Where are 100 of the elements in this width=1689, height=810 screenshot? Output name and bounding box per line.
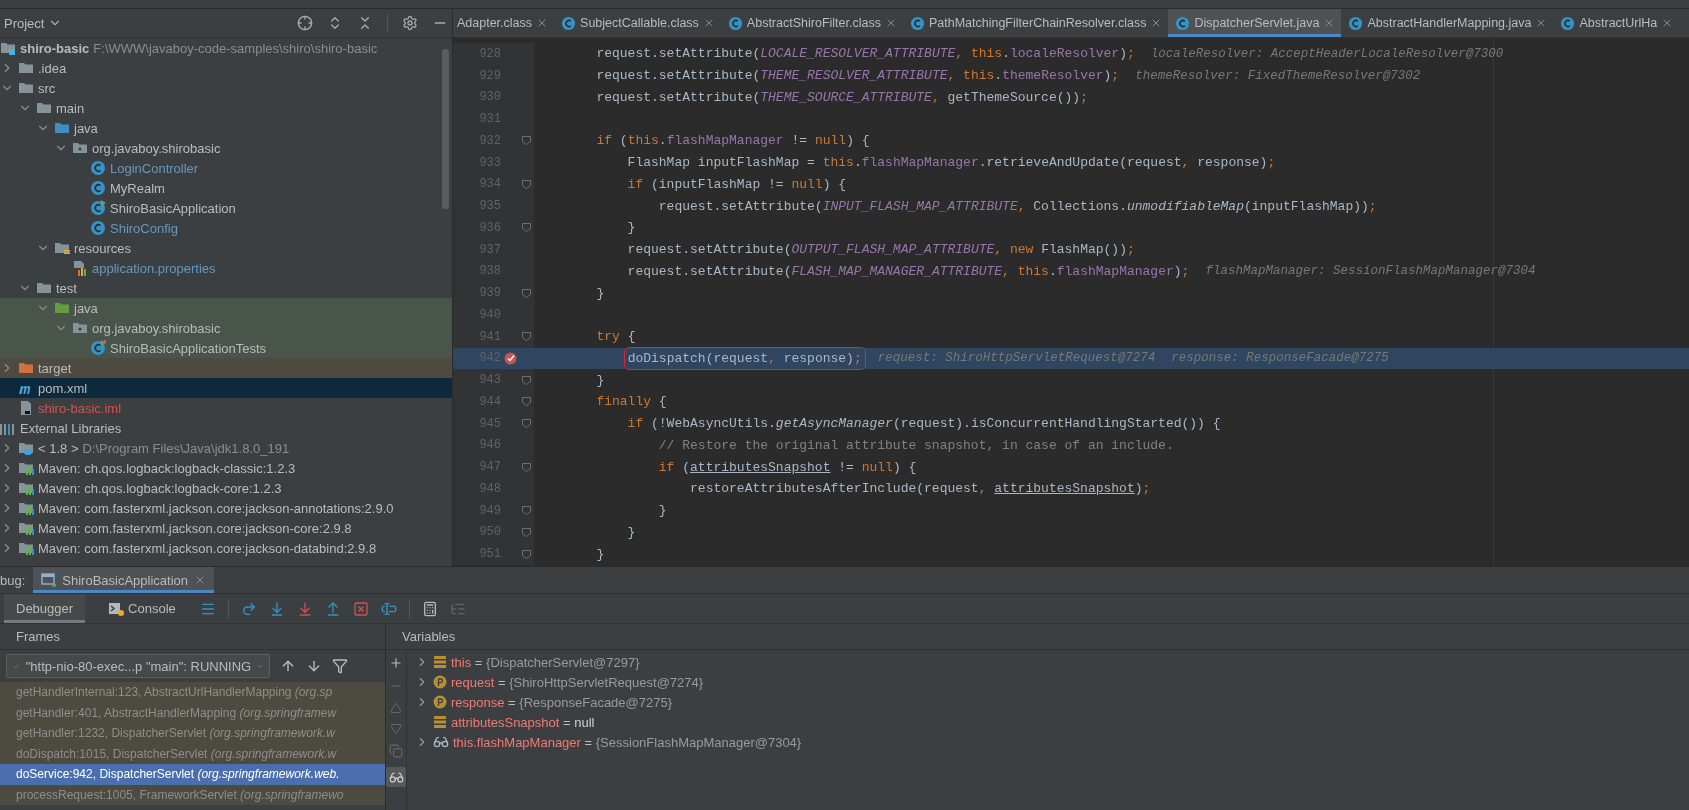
tree-item-label[interactable]: pom.xml [38,380,88,396]
editor-tab[interactable]: DispatcherServlet.java [1168,9,1342,37]
variable-entry[interactable]: this.flashMapManager = {SessionFlashMapManager@7304} [453,734,802,750]
folder-icon [18,60,34,76]
down-triangle-icon[interactable] [390,723,402,735]
inline-value-hint: flashMapManager: SessionFlashMapManager@7304 [1205,264,1536,279]
jdk-icon [18,440,34,456]
editor-tab[interactable]: PathMatchingFilterChainResolver.class [902,9,1169,37]
code-line: } [626,524,636,540]
tree-item-label[interactable]: test [56,280,77,296]
class-icon [561,15,577,31]
fold-marker-icon[interactable] [521,179,531,189]
tree-item-label[interactable]: main [56,100,85,116]
locate-icon[interactable] [297,15,313,31]
variable-entry[interactable]: response = {ResponseFacade@7275} [451,694,673,710]
class-icon [90,200,106,216]
application-icon [41,573,57,587]
tree-item-label[interactable]: target [38,360,72,376]
properties-file-icon [72,260,88,276]
editor-tab[interactable]: AbstractUrlHa [1553,9,1680,37]
class-icon [90,160,106,176]
code-line: request.setAttribute(INPUT_FLASH_MAP_ATTRIBUTE, Collections.unmodifiableMap(inputFlashMap)); [657,198,1377,214]
evaluate-icon[interactable] [421,600,438,617]
tree-item-label[interactable]: shiro-basic [20,40,90,56]
fold-marker-icon[interactable] [521,136,531,146]
editor-tab[interactable]: AbstractShiroFilter.class [720,9,903,37]
tree-item-label[interactable]: ShiroConfig [110,220,178,236]
code-line: if (attributesSnapshot != null) { [657,459,917,475]
fold-marker-icon[interactable] [521,506,531,516]
tree-item-label[interactable]: Maven: com.fasterxml.jackson.core:jackson-annotations:2.9.0 [38,500,394,516]
thread-dropdown[interactable]: "http-nio-80-exec...p "main": RUNNING [6,654,270,678]
variable-entry[interactable]: attributesSnapshot = null [451,714,595,730]
add-icon[interactable] [389,656,403,670]
tree-item-label[interactable]: LoginController [110,160,199,176]
tree-item-label[interactable]: Maven: ch.qos.logback:logback-core:1.2.3 [38,480,282,496]
editor-tab[interactable]: AbstractHandlerMapping.java [1341,9,1554,37]
fold-marker-icon[interactable] [521,332,531,342]
variable-entry[interactable]: this = {DispatcherServlet@7297} [451,654,640,670]
editor-tab[interactable]: Adapter.class [453,9,555,37]
tree-item-label[interactable]: External Libraries [20,420,122,436]
tree-item-label[interactable]: java [74,300,98,316]
code-line: if (this.flashMapManager != null) { [595,133,870,149]
tree-item-label[interactable]: < 1.8 > [38,440,79,456]
stack-frame[interactable]: doService:942, DispatcherServlet (org.springframework.web. [0,764,385,785]
library-icon [18,520,34,536]
folder-icon [18,360,34,376]
code-line: if (inputFlashMap != null) { [626,176,847,192]
tree-item-label[interactable]: resources [74,240,132,256]
tree-item-label[interactable]: Maven: com.fasterxml.jackson.core:jackson-databind:2.9.8 [38,540,377,556]
fold-marker-icon[interactable] [521,223,531,233]
up-triangle-icon[interactable] [390,702,402,714]
session-tab[interactable]: ShiroBasicApplication [33,567,215,593]
code-line: } [657,503,667,519]
watches-toggle[interactable] [386,767,406,787]
tree-item-label[interactable]: org.javaboy.shirobasic [92,140,221,156]
fold-marker-icon[interactable] [521,462,531,472]
panel-title[interactable]: Project [4,15,45,31]
variable-entry[interactable]: request = {ShiroHttpServletRequest@7274} [451,674,704,690]
code-line: request.setAttribute(FLASH_MAP_MANAGER_ATTRIBUTE, this.flashMapManager); [626,263,1190,279]
fold-marker-icon[interactable] [521,288,531,298]
tree-item-label[interactable]: ShiroBasicApplication [110,200,236,216]
panel-title: bug: [0,572,26,588]
tree-item-label[interactable]: src [38,80,56,96]
code-line: } [595,372,605,388]
drop-frame-icon[interactable] [352,600,369,617]
debug-tab[interactable]: Debugger [4,594,86,623]
code-line: FlashMap inputFlashMap = this.flashMapManager.retrieveAndUpdate(request, response); [626,155,1276,171]
fold-marker-icon[interactable] [521,527,531,537]
debug-tab[interactable]: Console [97,594,188,623]
tree-item-label[interactable]: MyRealm [110,180,165,196]
fold-marker-icon[interactable] [521,549,531,559]
folder-icon [54,300,70,316]
breakpoint-icon[interactable] [503,351,517,365]
step-over-icon[interactable] [240,600,257,617]
tree-item-label[interactable]: Maven: com.fasterxml.jackson.core:jackson-core:2.9.8 [38,520,352,536]
class-icon [90,180,106,196]
filter-icon[interactable] [332,658,348,674]
tree-item-label[interactable]: Maven: ch.qos.logback:logback-classic:1.2.3 [38,460,296,476]
tree-item-label[interactable]: java [74,120,98,136]
scrollbar-thumb[interactable] [442,49,449,209]
package-icon [72,320,88,336]
folder-icon [36,100,52,116]
library-icon [18,480,34,496]
fold-marker-icon[interactable] [521,419,531,429]
folder-icon [36,280,52,296]
code-line: } [595,285,605,301]
settings-icon[interactable] [402,15,418,31]
inline-value-hint: themeResolver: FixedThemeResolver@7302 [1135,68,1421,83]
run-to-cursor-icon[interactable] [380,600,397,617]
copy-icon[interactable] [389,744,403,758]
code-line: } [626,220,636,236]
editor-tab[interactable]: SubjectCallable.class [554,9,721,37]
class-icon [90,220,106,236]
fold-marker-icon[interactable] [521,375,531,385]
section-title: Variables [386,624,1689,650]
fold-marker-icon[interactable] [521,397,531,407]
folder-icon [18,80,34,96]
code-line: restoreAttributesAfterInclude(request, attributesSnapshot); [689,481,1151,497]
tree-item-label[interactable]: application.properties [92,260,216,276]
tree-item-label[interactable]: .idea [38,60,67,76]
